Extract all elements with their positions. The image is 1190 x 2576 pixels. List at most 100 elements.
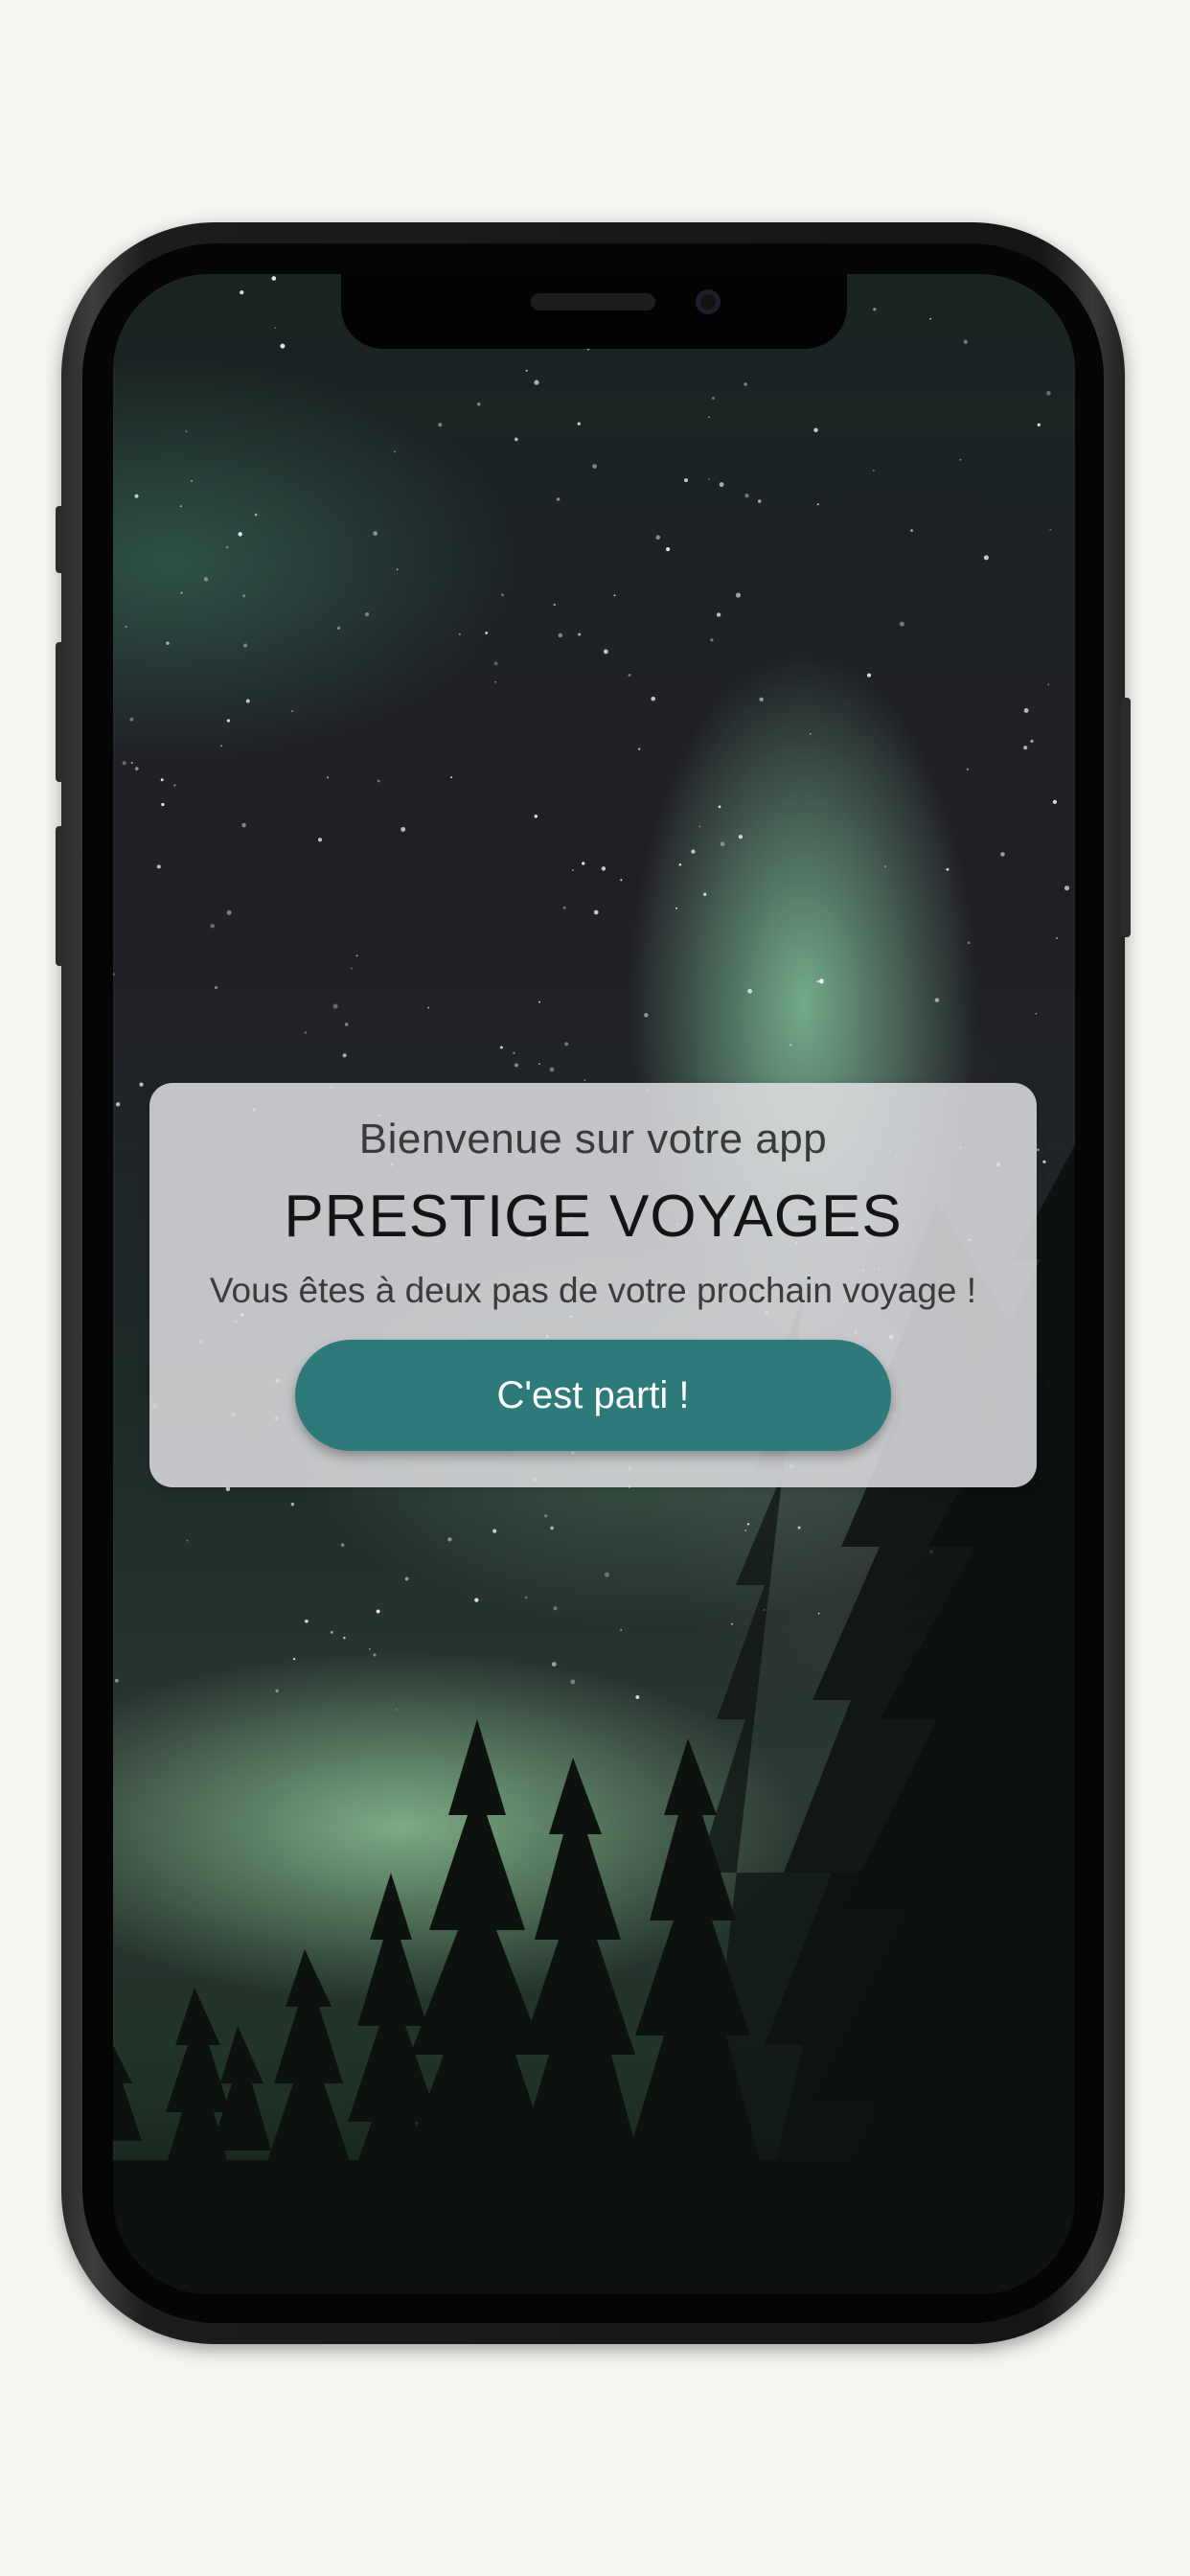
star xyxy=(1037,423,1041,426)
star xyxy=(584,1079,586,1082)
star xyxy=(179,505,182,508)
star xyxy=(243,643,248,648)
star xyxy=(718,805,721,809)
star xyxy=(538,1063,540,1066)
star xyxy=(1049,528,1052,531)
star xyxy=(872,469,875,472)
star xyxy=(967,941,971,945)
star xyxy=(122,761,126,766)
star xyxy=(711,396,716,401)
star xyxy=(534,380,539,385)
star xyxy=(494,680,496,683)
star xyxy=(867,673,871,678)
star xyxy=(572,869,574,871)
star xyxy=(963,339,968,344)
star xyxy=(738,834,744,840)
star xyxy=(364,611,370,617)
star xyxy=(538,1000,540,1003)
star xyxy=(225,545,229,549)
star xyxy=(115,1102,121,1107)
star xyxy=(210,924,215,929)
brand-title: PRESTIGE VOYAGES xyxy=(284,1184,903,1250)
star xyxy=(241,594,246,598)
star xyxy=(342,1053,347,1058)
star xyxy=(1047,683,1050,686)
star xyxy=(173,784,176,787)
star xyxy=(816,979,819,983)
star xyxy=(525,369,528,372)
get-started-button[interactable]: C'est parti ! xyxy=(295,1340,891,1451)
star xyxy=(628,674,631,677)
star xyxy=(185,430,188,433)
star xyxy=(113,973,115,977)
front-camera xyxy=(696,289,721,314)
star xyxy=(708,416,711,419)
star xyxy=(809,733,812,735)
star xyxy=(134,767,139,770)
star xyxy=(655,535,661,540)
star xyxy=(719,482,724,488)
star xyxy=(1056,937,1058,939)
star xyxy=(651,696,655,702)
star xyxy=(377,779,380,783)
star xyxy=(400,826,406,832)
star xyxy=(582,862,585,865)
star xyxy=(644,1013,649,1018)
star xyxy=(180,591,183,594)
star xyxy=(129,717,134,722)
star xyxy=(1023,708,1029,713)
star xyxy=(351,967,353,970)
star xyxy=(816,503,819,506)
star xyxy=(337,627,340,630)
star xyxy=(675,907,678,909)
star xyxy=(326,776,330,779)
star xyxy=(450,776,453,779)
star xyxy=(458,632,461,636)
star xyxy=(593,909,599,915)
star xyxy=(240,289,244,295)
star xyxy=(344,1023,349,1026)
star xyxy=(396,568,399,571)
star xyxy=(274,327,277,330)
star xyxy=(592,464,598,470)
star xyxy=(601,866,606,871)
star xyxy=(226,719,230,723)
star xyxy=(394,450,397,453)
star xyxy=(1030,739,1034,743)
star xyxy=(666,547,671,552)
star xyxy=(813,427,818,432)
star xyxy=(613,594,616,597)
star xyxy=(238,532,242,537)
star xyxy=(317,838,323,842)
star xyxy=(190,479,194,482)
star xyxy=(513,1051,515,1054)
star xyxy=(220,745,223,748)
star xyxy=(757,499,762,503)
star xyxy=(501,593,504,597)
star xyxy=(160,778,164,782)
star xyxy=(226,909,232,915)
star xyxy=(1052,799,1057,804)
star xyxy=(562,906,566,909)
star xyxy=(716,612,721,617)
star xyxy=(678,862,682,866)
star xyxy=(280,343,286,349)
star xyxy=(959,458,962,461)
star xyxy=(603,649,608,655)
star xyxy=(245,699,250,703)
star xyxy=(427,1006,430,1009)
star xyxy=(534,815,538,818)
welcome-greeting: Bienvenue sur votre app xyxy=(358,1116,828,1162)
star xyxy=(549,1067,555,1072)
volume-down-button xyxy=(56,826,65,966)
star xyxy=(744,382,747,386)
star xyxy=(929,317,931,320)
star xyxy=(166,641,170,645)
star xyxy=(1046,391,1051,396)
star xyxy=(203,577,209,582)
star xyxy=(708,477,710,480)
star xyxy=(139,1082,144,1087)
star xyxy=(514,1063,518,1068)
star xyxy=(1064,886,1070,891)
star xyxy=(747,988,753,994)
